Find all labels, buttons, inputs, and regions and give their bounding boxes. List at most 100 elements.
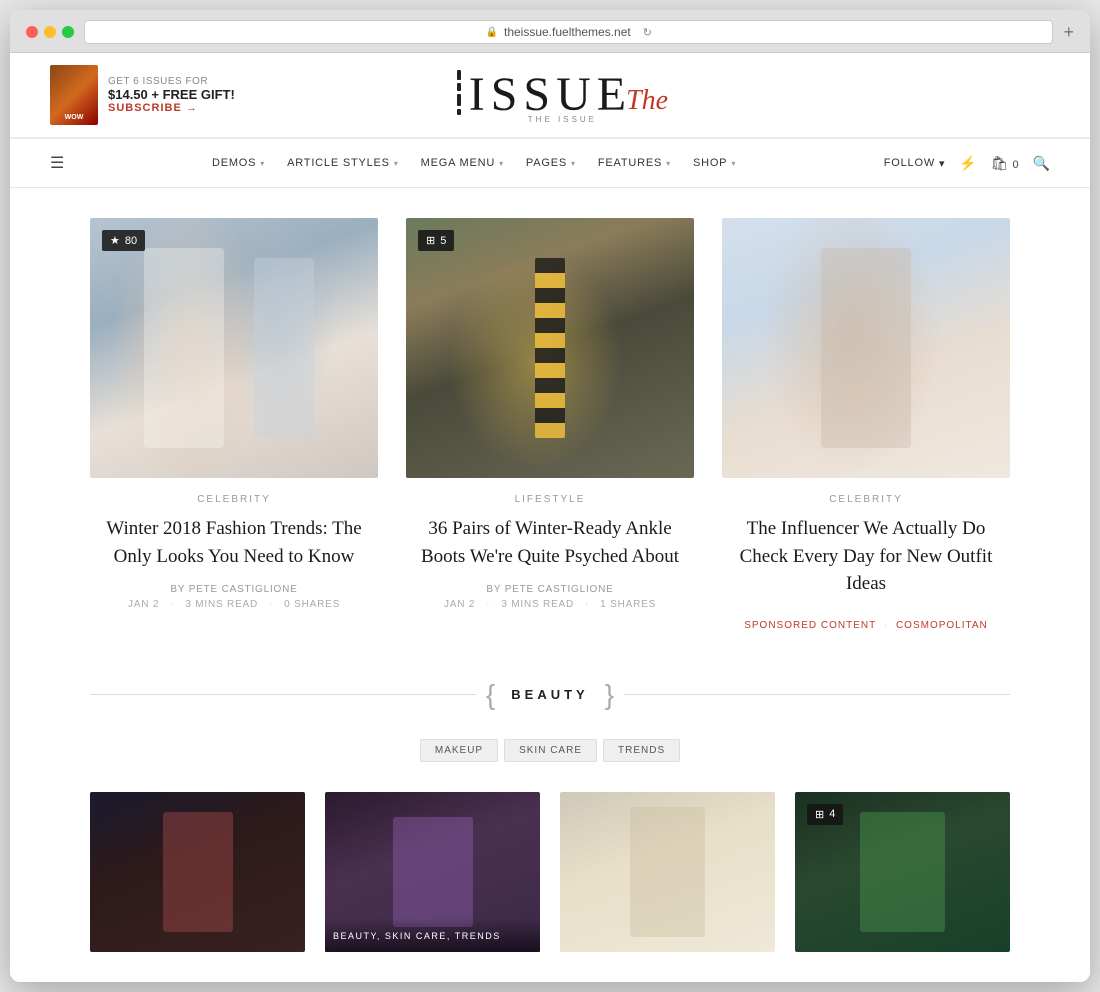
traffic-lights: [26, 26, 74, 38]
article-details-2: JAN 2 · 3 MINS READ · 1 SHARES: [406, 599, 694, 610]
bottom-photo-3: [560, 792, 775, 952]
section-divider: { BEAUTY }: [90, 681, 1010, 709]
nav-right: FOLLOW ▾ ⚡ 🛍 0 🔍: [884, 155, 1050, 172]
main-nav: ☰ DEMOS ▾ ARTICLE STYLES ▾ MEGA M: [10, 138, 1090, 188]
tag-cosmo[interactable]: COSMOPOLITAN: [896, 620, 988, 631]
article-card-3: CELEBRITY The Influencer We Actually Do …: [722, 218, 1010, 631]
bottom-card-overlay-2: BEAUTY, SKIN CARE, TRENDS: [325, 918, 540, 952]
logo-area: ISSUE The THE ISSUE: [457, 67, 668, 124]
bottom-card-2[interactable]: BEAUTY, SKIN CARE, TRENDS: [325, 792, 540, 952]
search-icon[interactable]: 🔍: [1033, 155, 1050, 172]
chevron-down-icon: ▾: [499, 159, 504, 168]
top-banner: GET 6 ISSUES FOR $14.50 + FREE GIFT! SUB…: [10, 53, 1090, 138]
gallery-icon: ⊞: [426, 234, 435, 247]
bracket-right: }: [605, 681, 614, 709]
tag-separator: ·: [884, 620, 888, 631]
article-badge-1: ★ 80: [102, 230, 145, 251]
bottom-card-3[interactable]: [560, 792, 775, 952]
chevron-down-icon: ▾: [666, 159, 671, 168]
tag-skin-care[interactable]: SKIN CARE: [504, 739, 597, 762]
logo-text: ISSUE: [469, 71, 632, 119]
section-title-wrap: { BEAUTY }: [476, 681, 624, 709]
star-icon: ★: [110, 234, 120, 247]
article-badge-2: ⊞ 5: [418, 230, 454, 251]
gallery-icon: ⊞: [815, 808, 824, 821]
magazine-thumbnail: [50, 65, 98, 125]
nav-link-shop[interactable]: SHOP ▾: [683, 143, 746, 183]
minimize-button[interactable]: [44, 26, 56, 38]
subscribe-link[interactable]: SUBSCRIBE: [108, 102, 198, 114]
bottom-badge-4: ⊞ 4: [807, 804, 843, 825]
article-details-1: JAN 2 · 3 MINS READ · 0 SHARES: [90, 599, 378, 610]
logo-bar-2: [457, 83, 461, 91]
bolt-icon[interactable]: ⚡: [959, 155, 976, 172]
article-title-1[interactable]: Winter 2018 Fashion Trends: The Only Loo…: [90, 515, 378, 570]
new-tab-button[interactable]: +: [1063, 22, 1074, 43]
category-label-3: CELEBRITY: [722, 494, 1010, 505]
bottom-card-1[interactable]: [90, 792, 305, 952]
sub-tags: MAKEUP SKIN CARE TRENDS: [90, 739, 1010, 762]
banner-text: GET 6 ISSUES FOR $14.50 + FREE GIFT! SUB…: [108, 76, 235, 114]
cart-icon[interactable]: 🛍 0: [991, 155, 1019, 172]
nav-link-features[interactable]: FEATURES ▾: [588, 143, 681, 183]
nav-link-article-styles[interactable]: ARTICLE STYLES ▾: [277, 143, 409, 183]
browser-window: 🔒 theissue.fuelthemes.net ↻ + GET 6 ISSU…: [10, 10, 1090, 982]
bracket-left: {: [486, 681, 495, 709]
logo-script: The: [626, 85, 668, 117]
banner-left: GET 6 ISSUES FOR $14.50 + FREE GIFT! SUB…: [50, 65, 235, 125]
chevron-down-icon: ▾: [571, 159, 576, 168]
nav-item-mega-menu[interactable]: MEGA MENU ▾: [411, 143, 514, 183]
article-meta-1: BY PETE CASTIGLIONE JAN 2 · 3 MINS READ …: [90, 584, 378, 610]
logo-bar-4: [457, 109, 461, 115]
article-title-3[interactable]: The Influencer We Actually Do Check Ever…: [722, 515, 1010, 598]
url-text: theissue.fuelthemes.net: [504, 25, 631, 39]
article-grid: ★ 80 CELEBRITY Winter 2018 Fashion Trend…: [90, 218, 1010, 631]
article-photo-3: [722, 218, 1010, 478]
bottom-photo-1: [90, 792, 305, 952]
nav-link-pages[interactable]: PAGES ▾: [516, 143, 586, 183]
address-bar[interactable]: 🔒 theissue.fuelthemes.net ↻: [84, 20, 1053, 44]
browser-titlebar: 🔒 theissue.fuelthemes.net ↻ +: [10, 10, 1090, 53]
divider-line-right: [624, 694, 1010, 695]
chevron-down-icon: ▾: [939, 157, 945, 170]
tag-sponsored[interactable]: SPONSORED CONTENT: [744, 620, 876, 631]
hamburger-menu[interactable]: ☰: [50, 139, 64, 187]
article-card-2: ⊞ 5 LIFESTYLE 36 Pairs of Winter-Ready A…: [406, 218, 694, 631]
logo[interactable]: ISSUE The: [457, 70, 668, 119]
logo-bar-3: [457, 94, 461, 106]
divider-line-left: [90, 694, 476, 695]
nav-link-mega-menu[interactable]: MEGA MENU ▾: [411, 143, 514, 183]
article-image-3[interactable]: [722, 218, 1010, 478]
nav-item-article-styles[interactable]: ARTICLE STYLES ▾: [277, 143, 409, 183]
bottom-grid: BEAUTY, SKIN CARE, TRENDS: [90, 792, 1010, 952]
chevron-down-icon: ▾: [731, 159, 736, 168]
article-photo-2: [406, 218, 694, 478]
cart-count: 0: [1012, 159, 1018, 171]
bottom-card-4[interactable]: ⊞ 4: [795, 792, 1010, 952]
article-card-1: ★ 80 CELEBRITY Winter 2018 Fashion Trend…: [90, 218, 378, 631]
chevron-down-icon: ▾: [260, 159, 265, 168]
follow-link[interactable]: FOLLOW ▾: [884, 157, 946, 170]
lock-icon: 🔒: [486, 27, 498, 38]
nav-item-shop[interactable]: SHOP ▾: [683, 143, 746, 183]
nav-item-demos[interactable]: DEMOS ▾: [202, 143, 275, 183]
refresh-icon[interactable]: ↻: [643, 26, 652, 39]
article-title-2[interactable]: 36 Pairs of Winter-Ready Ankle Boots We'…: [406, 515, 694, 570]
bottom-photo-2: BEAUTY, SKIN CARE, TRENDS: [325, 792, 540, 952]
close-button[interactable]: [26, 26, 38, 38]
article-image-2[interactable]: ⊞ 5: [406, 218, 694, 478]
nav-links: DEMOS ▾ ARTICLE STYLES ▾ MEGA MENU ▾: [202, 143, 746, 183]
get-issues-label: GET 6 ISSUES FOR: [108, 76, 235, 87]
price-label: $14.50 + FREE GIFT!: [108, 87, 235, 102]
article-photo-1: [90, 218, 378, 478]
nav-link-demos[interactable]: DEMOS ▾: [202, 143, 275, 183]
nav-item-pages[interactable]: PAGES ▾: [516, 143, 586, 183]
article-meta-2: BY PETE CASTIGLIONE JAN 2 · 3 MINS READ …: [406, 584, 694, 610]
category-label-2: LIFESTYLE: [406, 494, 694, 505]
tag-makeup[interactable]: MAKEUP: [420, 739, 498, 762]
nav-item-features[interactable]: FEATURES ▾: [588, 143, 681, 183]
article-image-1[interactable]: ★ 80: [90, 218, 378, 478]
maximize-button[interactable]: [62, 26, 74, 38]
tag-trends[interactable]: TRENDS: [603, 739, 680, 762]
category-label-1: CELEBRITY: [90, 494, 378, 505]
